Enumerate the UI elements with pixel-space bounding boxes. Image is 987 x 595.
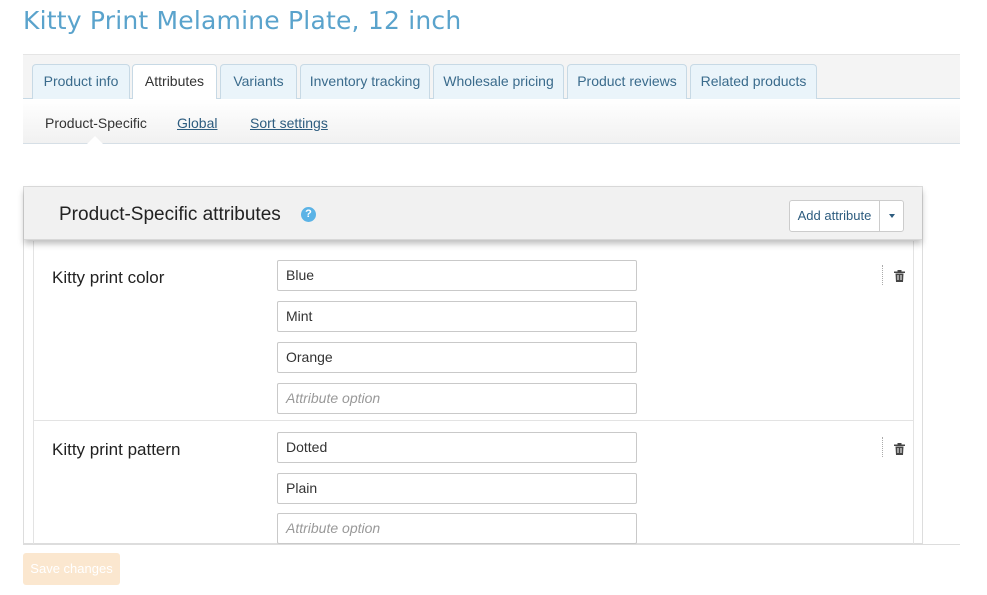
footer-divider	[23, 544, 960, 545]
attribute-option-field[interactable]: Plain	[277, 473, 637, 504]
active-indicator-caret	[87, 136, 103, 144]
tab-bar: Product info Attributes Variants Invento…	[23, 55, 960, 100]
add-attribute-dropdown-caret-icon[interactable]	[880, 201, 904, 231]
tab-product-info[interactable]: Product info	[32, 64, 130, 99]
attributes-list: Kitty print color Blue Mint Orange Attri…	[33, 241, 914, 544]
subnav-global[interactable]: Global	[177, 115, 217, 131]
tab-inventory-tracking[interactable]: Inventory tracking	[300, 64, 430, 99]
new-attribute-option-input[interactable]: Attribute option	[277, 513, 637, 544]
delete-attribute-trash-icon[interactable]	[894, 270, 905, 282]
save-changes-button[interactable]: Save changes	[23, 553, 120, 585]
product-tabs: Product info Attributes Variants Invento…	[23, 54, 960, 144]
attributes-panel: Product-Specific attributes ? Add attrib…	[23, 186, 923, 544]
attribute-option-field[interactable]: Dotted	[277, 432, 637, 463]
tab-wholesale-pricing[interactable]: Wholesale pricing	[433, 64, 564, 99]
new-attribute-option-input[interactable]: Attribute option	[277, 383, 637, 414]
attribute-option-field[interactable]: Orange	[277, 342, 637, 373]
row-actions-divider	[882, 265, 883, 285]
add-attribute-button[interactable]: Add attribute	[790, 201, 880, 231]
delete-attribute-trash-icon[interactable]	[894, 443, 905, 455]
attribute-row: Kitty print pattern Dotted Plain Attribu…	[34, 422, 913, 544]
tab-attributes[interactable]: Attributes	[132, 64, 217, 100]
subnav-sort-settings[interactable]: Sort settings	[250, 115, 328, 131]
panel-header: Product-Specific attributes ? Add attrib…	[24, 187, 922, 240]
help-icon[interactable]: ?	[301, 207, 316, 222]
tab-related-products[interactable]: Related products	[690, 64, 817, 99]
tab-product-reviews[interactable]: Product reviews	[567, 64, 687, 99]
row-actions-divider	[882, 437, 883, 457]
attributes-subnav: Product-Specific Global Sort settings	[23, 99, 960, 144]
add-attribute-button-group: Add attribute	[789, 200, 904, 232]
subnav-product-specific[interactable]: Product-Specific	[45, 115, 147, 131]
attribute-row: Kitty print color Blue Mint Orange Attri…	[34, 241, 913, 421]
tab-variants[interactable]: Variants	[220, 64, 297, 99]
attribute-option-field[interactable]: Mint	[277, 301, 637, 332]
attribute-name[interactable]: Kitty print color	[52, 268, 164, 288]
panel-title: Product-Specific attributes	[59, 204, 281, 225]
attribute-name[interactable]: Kitty print pattern	[52, 440, 181, 460]
attribute-option-field[interactable]: Blue	[277, 260, 637, 291]
page-title: Kitty Print Melamine Plate, 12 inch	[23, 6, 462, 35]
